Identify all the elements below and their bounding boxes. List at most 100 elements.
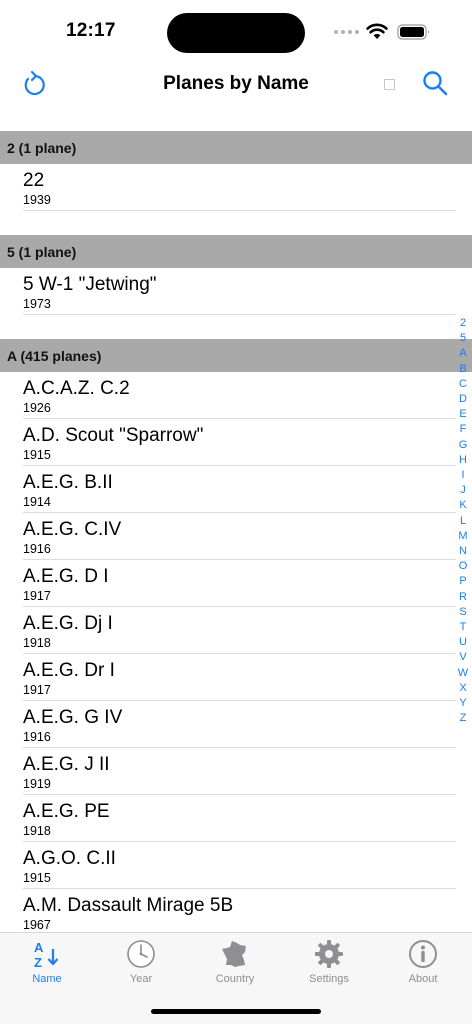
plane-row[interactable]: A.C.A.Z. C.2 1926 <box>0 372 472 419</box>
plane-row[interactable]: A.E.G. Dr I 1917 <box>0 654 472 701</box>
index-letter[interactable]: M <box>458 529 467 544</box>
plane-name: A.C.A.Z. C.2 <box>23 378 130 399</box>
index-letter[interactable]: 5 <box>460 331 466 346</box>
section-index[interactable]: 25ABCDEFGHIJKLMNOPRSTUVWXYZ <box>455 316 471 726</box>
svg-text:A: A <box>34 940 44 955</box>
plane-name: A.E.G. Dj I <box>23 613 113 634</box>
plane-row[interactable]: A.E.G. G IV 1916 <box>0 701 472 748</box>
plane-year: 1918 <box>23 636 51 650</box>
info-icon <box>409 940 437 968</box>
navigation-bar: Planes by Name <box>0 62 472 106</box>
index-letter[interactable]: P <box>459 574 466 589</box>
plane-row[interactable]: A.D. Scout "Sparrow" 1915 <box>0 419 472 466</box>
plane-year: 1914 <box>23 495 51 509</box>
status-bar: 12:17 <box>0 0 472 62</box>
index-letter[interactable]: L <box>460 514 466 529</box>
plane-name: 22 <box>23 170 45 191</box>
plane-name: A.M. Dassault Mirage 5B <box>23 895 234 916</box>
index-letter[interactable]: G <box>459 438 468 453</box>
section-header: A (415 planes) <box>0 339 472 372</box>
plane-name: A.E.G. J II <box>23 754 110 775</box>
plane-row[interactable]: A.E.G. C.IV 1916 <box>0 513 472 560</box>
plane-year: 1916 <box>23 542 51 556</box>
plane-row[interactable]: 5 W-1 "Jetwing" 1973 <box>0 268 472 315</box>
index-letter[interactable]: O <box>459 559 468 574</box>
tab-about[interactable]: About <box>376 939 470 985</box>
index-letter[interactable]: N <box>459 544 467 559</box>
plane-name: A.D. Scout "Sparrow" <box>23 425 204 446</box>
plane-name: A.G.O. C.II <box>23 848 116 869</box>
plane-year: 1939 <box>23 193 51 207</box>
plane-row[interactable]: A.E.G. J II 1919 <box>0 748 472 795</box>
plane-year: 1915 <box>23 871 51 885</box>
plane-row[interactable]: A.E.G. Dj I 1918 <box>0 607 472 654</box>
index-letter[interactable]: U <box>459 635 467 650</box>
plane-name: A.E.G. C.IV <box>23 519 122 540</box>
index-letter[interactable]: T <box>460 620 467 635</box>
tab-label: About <box>408 973 438 985</box>
index-letter[interactable]: 2 <box>460 316 466 331</box>
home-indicator[interactable] <box>151 1009 321 1014</box>
tab-label: Country <box>215 973 255 985</box>
plane-row[interactable]: A.E.G. PE 1918 <box>0 795 472 842</box>
tab-label: Name <box>32 973 62 985</box>
plane-year: 1926 <box>23 401 51 415</box>
plane-name: A.E.G. G IV <box>23 707 123 728</box>
plane-row[interactable]: A.E.G. D I 1917 <box>0 560 472 607</box>
plane-year: 1973 <box>23 297 51 311</box>
dynamic-island <box>167 13 305 53</box>
index-letter[interactable]: S <box>459 605 466 620</box>
placeholder-square-icon <box>384 79 395 90</box>
plane-row[interactable]: A.E.G. B.II 1914 <box>0 466 472 513</box>
section-header: 2 (1 plane) <box>0 131 472 164</box>
plane-year: 1919 <box>23 777 51 791</box>
plane-year: 1917 <box>23 589 51 603</box>
index-letter[interactable]: R <box>459 590 467 605</box>
tab-year[interactable]: Year <box>94 939 188 985</box>
plane-row[interactable]: 22 1939 <box>0 164 472 211</box>
index-letter[interactable]: E <box>459 407 466 422</box>
plane-name: 5 W-1 "Jetwing" <box>23 274 157 295</box>
index-letter[interactable]: A <box>459 346 466 361</box>
index-letter[interactable]: W <box>458 666 468 681</box>
plane-name: A.E.G. Dr I <box>23 660 115 681</box>
battery-icon <box>397 24 429 40</box>
index-letter[interactable]: F <box>460 422 467 437</box>
gear-icon <box>315 940 343 968</box>
az-sort-icon: A Z <box>34 940 59 969</box>
cellular-signal-icon <box>334 30 359 34</box>
index-letter[interactable]: Y <box>459 696 466 711</box>
index-letter[interactable]: C <box>459 377 467 392</box>
plane-year: 1915 <box>23 448 51 462</box>
search-icon[interactable] <box>422 70 448 96</box>
tab-country[interactable]: Country <box>188 939 282 985</box>
page-title: Planes by Name <box>163 73 309 94</box>
plane-row[interactable]: A.M. Dassault Mirage 5B 1967 <box>0 889 472 936</box>
index-letter[interactable]: D <box>459 392 467 407</box>
plane-year: 1916 <box>23 730 51 744</box>
clock-icon <box>127 940 155 968</box>
index-letter[interactable]: J <box>460 483 466 498</box>
tab-settings[interactable]: Settings <box>282 939 376 985</box>
tab-label: Settings <box>309 973 349 985</box>
section-header: 5 (1 plane) <box>0 235 472 268</box>
index-letter[interactable]: B <box>459 362 466 377</box>
index-letter[interactable]: X <box>459 681 466 696</box>
tab-name[interactable]: A Z Name <box>0 939 94 985</box>
plane-year: 1918 <box>23 824 51 838</box>
svg-text:Z: Z <box>34 955 42 969</box>
plane-name: A.E.G. B.II <box>23 472 113 493</box>
index-letter[interactable]: K <box>459 498 466 513</box>
index-letter[interactable]: V <box>459 650 466 665</box>
index-letter[interactable]: H <box>459 453 467 468</box>
index-letter[interactable]: I <box>461 468 464 483</box>
status-time: 12:17 <box>66 20 116 41</box>
plane-year: 1967 <box>23 918 51 932</box>
plane-list[interactable]: 2 (1 plane) 22 1939 5 (1 plane) 5 W-1 "Jetwi… <box>0 131 472 936</box>
index-letter[interactable]: Z <box>460 711 467 726</box>
wifi-icon <box>366 23 388 39</box>
tab-label: Year <box>129 973 153 985</box>
plane-row[interactable]: A.G.O. C.II 1915 <box>0 842 472 889</box>
